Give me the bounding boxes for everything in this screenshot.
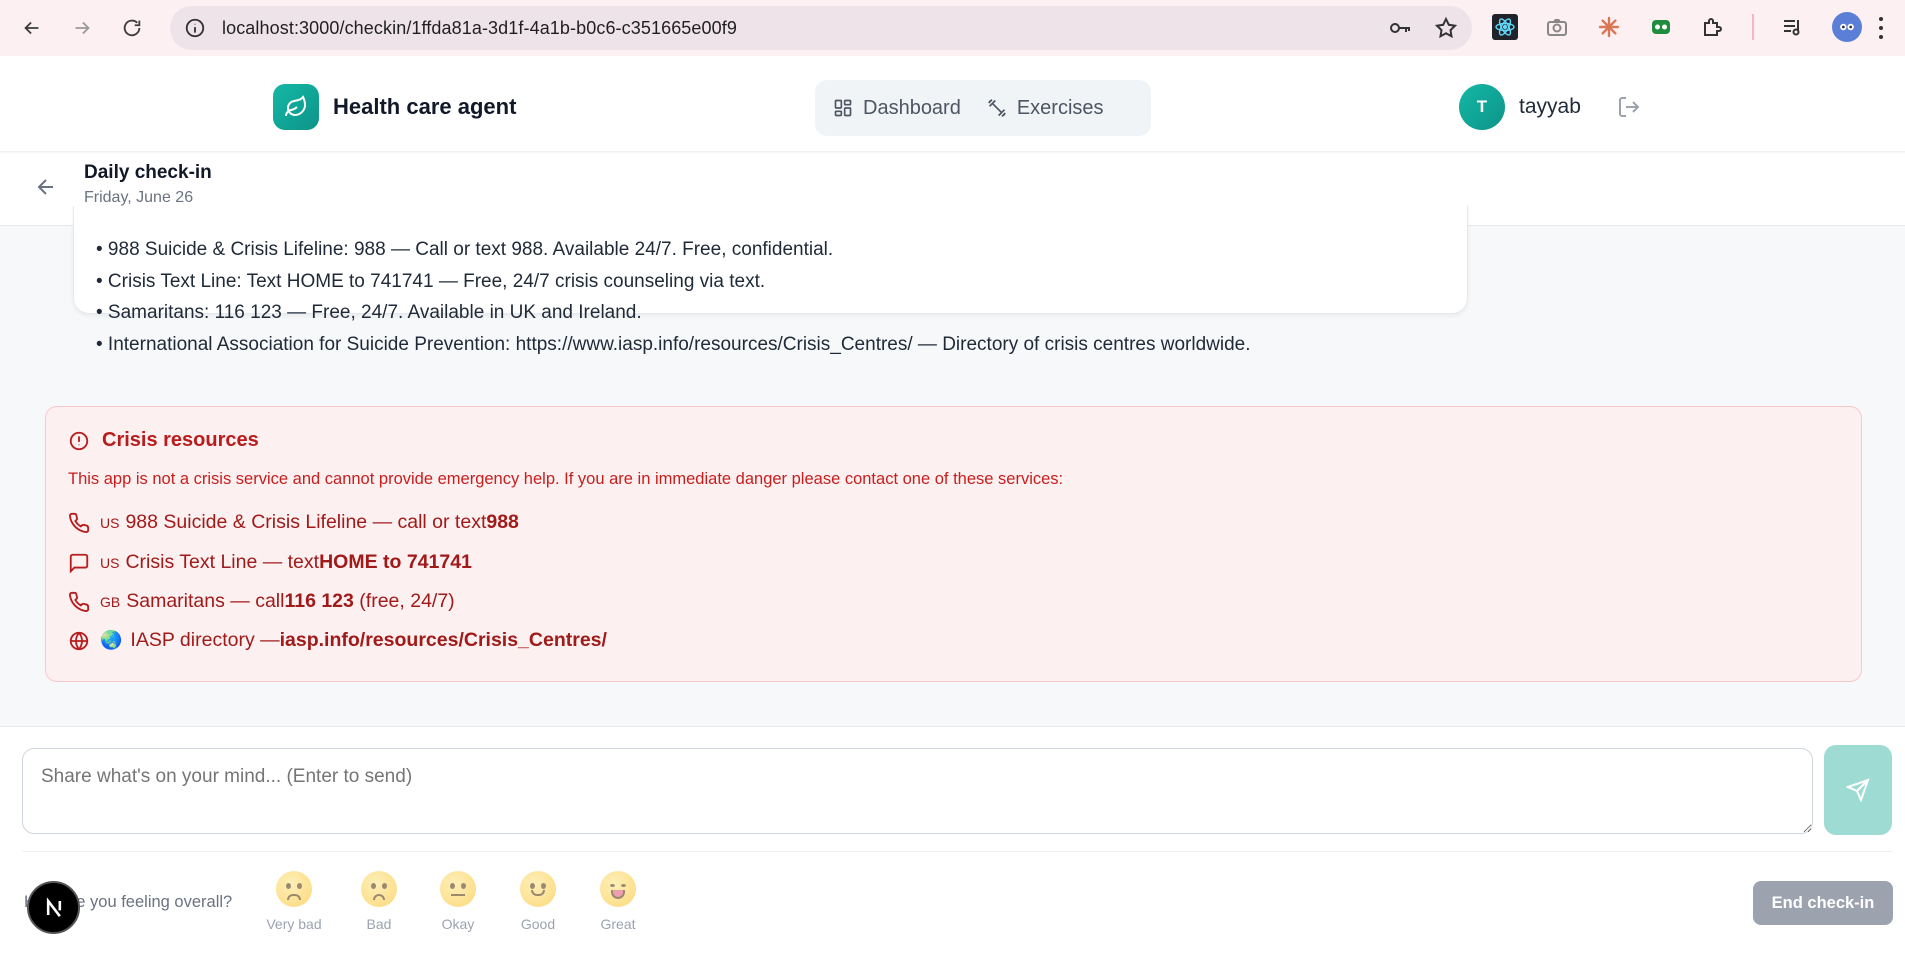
extensions-puzzle-icon[interactable] <box>1700 14 1726 40</box>
mood-bad[interactable]: Bad <box>347 871 411 932</box>
divider <box>22 851 1892 852</box>
app-header: Health care agent Dashboard Exercises T … <box>0 56 1905 152</box>
user-name: tayyab <box>1519 95 1581 118</box>
message-line: • Samaritans: 116 123 — Free, 24/7. Avai… <box>96 302 642 323</box>
url-text[interactable]: localhost:3000/checkin/1ffda81a-3d1f-4a1… <box>222 18 737 39</box>
very-bad-face-icon <box>276 871 312 907</box>
resource-988-lifeline[interactable]: US 988 Suicide & Crisis Lifeline — call … <box>68 511 519 534</box>
mood-great[interactable]: Great <box>586 871 650 932</box>
mood-label: Bad <box>366 916 392 932</box>
resource-crisis-text-line[interactable]: US Crisis Text Line — text HOME to 74174… <box>68 551 472 574</box>
react-devtools-icon[interactable] <box>1492 14 1518 40</box>
crisis-resources-card: Crisis resources This app is not a crisi… <box>45 406 1862 682</box>
good-face-icon <box>520 871 556 907</box>
mood-good[interactable]: Good <box>506 871 570 932</box>
resource-number[interactable]: 116 123 <box>284 590 353 613</box>
media-queue-icon[interactable] <box>1780 14 1806 40</box>
leaf-logo-icon <box>273 84 319 130</box>
message-line: • Crisis Text Line: Text HOME to 741741 … <box>96 270 766 292</box>
address-bar[interactable]: localhost:3000/checkin/1ffda81a-3d1f-4a1… <box>170 6 1472 50</box>
resource-text: Samaritans — call <box>126 590 285 612</box>
assistant-message: • 988 Suicide & Crisis Lifeline: 988 — C… <box>73 206 1468 355</box>
mood-label: Great <box>600 916 636 932</box>
phone-icon <box>69 591 90 612</box>
reload-icon[interactable] <box>114 10 150 46</box>
user-area: T tayyab <box>1459 84 1641 130</box>
page-date: Friday, June 26 <box>84 189 194 206</box>
nav-dashboard-label: Dashboard <box>863 96 961 119</box>
logout-icon[interactable] <box>1617 95 1641 119</box>
main-nav: Dashboard Exercises <box>815 80 1151 136</box>
globe-icon <box>69 631 89 650</box>
browser-toolbar: localhost:3000/checkin/1ffda81a-3d1f-4a1… <box>0 0 1905 56</box>
resource-suffix: (free, 24/7) <box>353 590 455 612</box>
resource-iasp[interactable]: 🌏 IASP directory — iasp.info/resources/C… <box>68 629 607 652</box>
message-icon <box>69 553 89 573</box>
resource-text: IASP directory — <box>130 629 280 651</box>
great-face-icon <box>600 871 636 907</box>
phone-icon <box>69 512 90 533</box>
password-key-icon[interactable] <box>1388 16 1412 40</box>
nav-exercises[interactable]: Exercises <box>987 97 1104 120</box>
message-line: • International Association for Suicide … <box>96 333 1251 355</box>
bad-face-icon <box>361 871 397 907</box>
exercises-icon <box>987 99 1006 117</box>
resource-number[interactable]: HOME to 741741 <box>319 551 472 574</box>
menu-kebab-icon[interactable] <box>1869 14 1893 42</box>
chat-area[interactable]: • 988 Suicide & Crisis Lifeline: 988 — C… <box>0 206 1905 726</box>
nav-dashboard[interactable]: Dashboard <box>833 97 961 120</box>
mood-very-bad[interactable]: Very bad <box>262 871 326 932</box>
mood-label: Good <box>520 916 556 932</box>
send-button[interactable] <box>1824 745 1892 835</box>
send-icon <box>1846 778 1870 802</box>
flag-gb: GB <box>100 593 121 610</box>
page-title: Daily check-in <box>84 162 212 183</box>
crisis-description: This app is not a crisis service and can… <box>68 470 1064 488</box>
resource-text: Crisis Text Line — text <box>125 551 320 573</box>
mood-label: Okay <box>441 916 475 932</box>
bookmark-star-icon[interactable] <box>1434 16 1458 40</box>
message-line: • 988 Suicide & Crisis Lifeline: 988 — C… <box>96 239 834 260</box>
neutral-face-icon <box>440 871 476 907</box>
crisis-title: Crisis resources <box>102 429 259 451</box>
extension-green-icon[interactable] <box>1648 14 1674 40</box>
brand-name: Health care agent <box>333 94 517 119</box>
flag-us: US <box>100 514 120 531</box>
profile-avatar-icon[interactable] <box>1832 12 1862 42</box>
flag-us: US <box>100 554 120 571</box>
resource-samaritans[interactable]: GB Samaritans — call 116 123 (free, 24/7… <box>68 590 455 613</box>
message-input[interactable] <box>22 748 1813 834</box>
alert-circle-icon <box>69 431 89 450</box>
camera-icon[interactable] <box>1544 14 1570 40</box>
user-avatar[interactable]: T <box>1459 84 1505 130</box>
claude-icon[interactable] <box>1596 14 1622 40</box>
composer: How are you feeling overall? Very bad Ba… <box>0 726 1905 957</box>
dashboard-icon <box>834 99 852 117</box>
forward-icon[interactable] <box>64 10 100 46</box>
back-arrow-icon[interactable] <box>34 175 58 199</box>
globe-emoji-icon: 🌏 <box>100 630 123 650</box>
nav-exercises-label: Exercises <box>1016 96 1104 119</box>
nextjs-dev-icon[interactable] <box>27 881 80 934</box>
resource-number[interactable]: 988 <box>486 511 519 534</box>
resource-link[interactable]: iasp.info/resources/Crisis_Centres/ <box>280 629 607 652</box>
mood-label: Very bad <box>266 916 322 932</box>
back-icon[interactable] <box>14 10 50 46</box>
resource-text: 988 Suicide & Crisis Lifeline — call or … <box>125 511 487 533</box>
end-checkin-button[interactable]: End check-in <box>1753 881 1893 925</box>
toolbar-separator <box>1752 14 1754 40</box>
crisis-header: Crisis resources <box>68 429 259 452</box>
site-info-icon[interactable] <box>184 17 206 39</box>
brand[interactable]: Health care agent <box>273 84 516 130</box>
mood-okay[interactable]: Okay <box>426 871 490 932</box>
